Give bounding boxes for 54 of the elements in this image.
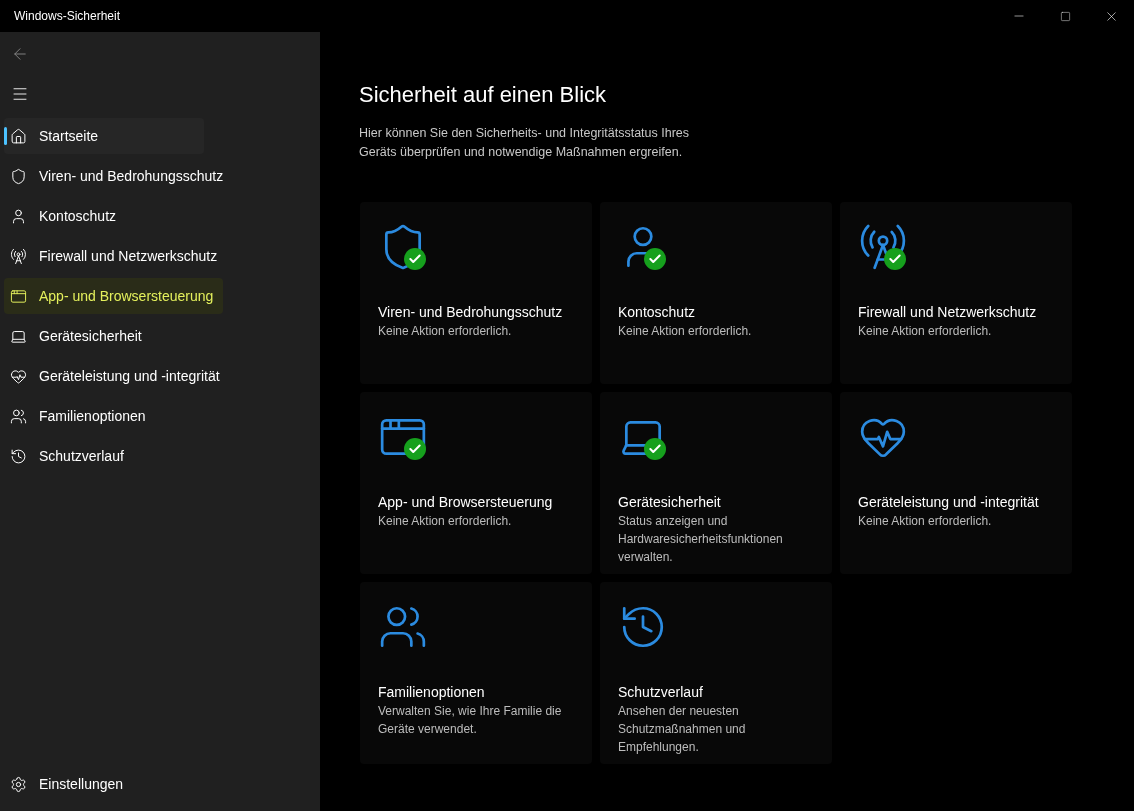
person-icon (10, 207, 27, 225)
card-description: Status anzeigen und Hardwaresicherheitsfunktionen verwalten. (618, 513, 784, 566)
card-title: Viren- und Bedrohungsschutz (378, 303, 564, 322)
card-description: Verwalten Sie, wie Ihre Familie die Geräte verwendet. (378, 703, 563, 738)
people-icon (10, 407, 27, 425)
card-title: Kontoschutz (618, 303, 697, 322)
nav-item[interactable]: Kontoschutz (4, 198, 204, 234)
maximize-icon (1059, 10, 1071, 22)
card-title: Schutzverlauf (618, 683, 704, 702)
check-badge-icon (404, 438, 426, 460)
nav-item[interactable]: Schutzverlauf (4, 438, 204, 474)
card-description: Keine Aktion erforderlich. (378, 323, 513, 340)
nav-item[interactable]: Familienoptionen (4, 398, 204, 434)
status-card[interactable]: Viren- und Bedrohungsschutz Keine Aktion erforderlich. (360, 202, 592, 384)
settings-item[interactable]: Einstellungen (4, 766, 204, 802)
card-title: Gerätesicherheit (618, 493, 722, 512)
status-card[interactable]: Kontoschutz Keine Aktion erforderlich. (600, 202, 832, 384)
shield-icon (10, 167, 27, 185)
window-title: Windows-Sicherheit (14, 9, 122, 23)
antenna-icon (10, 247, 27, 265)
card-description: Keine Aktion erforderlich. (618, 323, 753, 340)
nav-item[interactable]: Viren- und Bedrohungsschutz (4, 158, 234, 194)
settings-icon (10, 775, 27, 793)
status-card[interactable]: Schutzverlauf Ansehen der neuesten Schutzmaßnahmen und Empfehlungen. (600, 582, 832, 764)
status-card[interactable]: App- und Browsersteuerung Keine Aktion erforderlich. (360, 392, 592, 574)
home-icon (10, 127, 27, 145)
intro-text: Hier können Sie den Sicherheits- und Integritätsstatus Ihres Geräts überprüfen und notwendige Maßnahmen ergreifen. (359, 125, 691, 161)
nav-item[interactable]: Geräteleistung und -integrität (4, 358, 230, 394)
card-title: Geräteleistung und -integrität (858, 493, 1040, 512)
card-description: Ansehen der neuesten Schutzmaßnahmen und Empfehlungen. (618, 703, 747, 756)
status-card[interactable]: Gerätesicherheit Status anzeigen und Hardwaresicherheitsfunktionen verwalten. (600, 392, 832, 574)
page-heading: Sicherheit auf einen Blick (359, 82, 608, 108)
card-description: Keine Aktion erforderlich. (378, 513, 513, 530)
antenna-icon (858, 222, 908, 272)
check-badge-icon (884, 248, 906, 270)
heart-pulse-icon (10, 367, 27, 385)
card-title: App- und Browsersteuerung (378, 493, 554, 512)
card-title: Familienoptionen (378, 683, 486, 702)
check-badge-icon (404, 248, 426, 270)
nav-item[interactable]: Startseite (4, 118, 204, 154)
status-card[interactable]: Familienoptionen Verwalten Sie, wie Ihre Familie die Geräte verwendet. (360, 582, 592, 764)
status-card[interactable]: Geräteleistung und -integrität Keine Aktion erforderlich. (840, 392, 1072, 574)
window-icon (10, 287, 27, 305)
menu-icon (11, 85, 29, 103)
nav-item[interactable]: App- und Browsersteuerung (4, 278, 224, 314)
check-badge-icon (644, 438, 666, 460)
nav-item[interactable]: Gerätesicherheit (4, 318, 204, 354)
check-badge-icon (644, 248, 666, 270)
card-description: Keine Aktion erforderlich. (858, 513, 993, 530)
card-title: Firewall und Netzwerkschutz (858, 303, 1038, 322)
nav-item[interactable]: Firewall und Netzwerkschutz (4, 238, 228, 274)
clock-history-icon (10, 447, 27, 465)
card-description: Keine Aktion erforderlich. (858, 323, 993, 340)
status-card[interactable]: Firewall und Netzwerkschutz Keine Aktion erforderlich. (840, 202, 1072, 384)
